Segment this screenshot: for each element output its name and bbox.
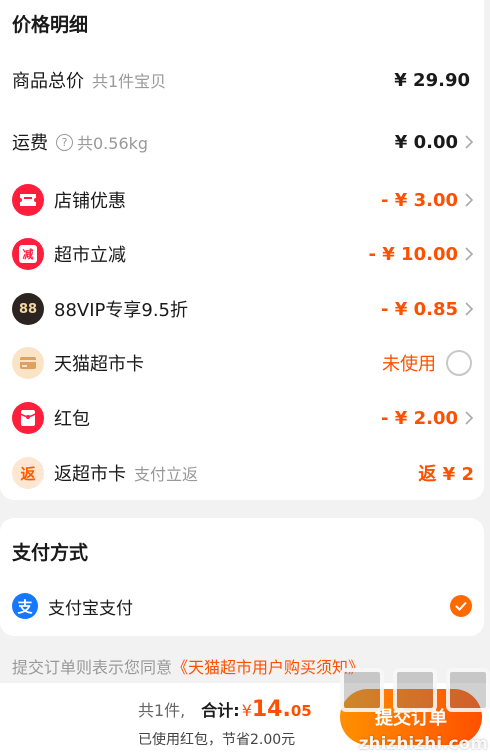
bottom-bar: 共1件, 合计: ¥ 14. 05 已使用红包，节省2.00元 提交订单 — [0, 683, 490, 754]
payment-title: 支付方式 — [12, 542, 89, 564]
return-card-row: 返 返超市卡 支付立返 返 ¥ 2 — [0, 451, 484, 495]
total-dec: 05 — [290, 702, 312, 720]
total-label: 合计: — [201, 701, 240, 720]
agreement-link[interactable]: 《天猫超市用户购买须知》 — [172, 658, 364, 677]
vip88-icon: 88 — [12, 293, 44, 325]
return-card-value: 返 ¥ 2 — [418, 464, 474, 485]
total-currency: ¥ — [241, 701, 252, 720]
chevron-right-icon — [465, 411, 474, 425]
shipping-row[interactable]: 运费 ? 共0.56kg ¥ 0.00 — [0, 120, 484, 164]
goods-total-label: 商品总价 — [12, 71, 84, 92]
tmall-card-label: 天猫超市卡 — [54, 354, 144, 375]
goods-total-value: ¥ 29.90 — [394, 69, 470, 91]
chevron-right-icon — [465, 247, 474, 261]
return-card-sub: 支付立返 — [134, 465, 199, 484]
shipping-value: ¥ 0.00 — [394, 131, 458, 153]
vip88-value: - ¥ 0.85 — [381, 298, 458, 320]
item-count: 共1件, — [138, 701, 186, 720]
check-icon[interactable] — [450, 595, 472, 617]
reduce-icon: 减 — [12, 238, 44, 270]
agreement-prefix: 提交订单则表示您同意 — [12, 658, 173, 677]
agreement-text: 提交订单则表示您同意《天猫超市用户购买须知》 — [12, 654, 364, 678]
shop-discount-value: - ¥ 3.00 — [381, 189, 458, 211]
price-detail-title: 价格明细 — [12, 14, 89, 36]
red-packet-label: 红包 — [54, 409, 90, 430]
alipay-row[interactable]: 支 支付宝支付 — [0, 584, 484, 628]
return-icon: 返 — [12, 457, 44, 489]
vip88-row[interactable]: 88 88VIP专享9.5折 - ¥ 0.85 — [0, 287, 484, 331]
savings-text: 已使用红包，节省2.00元 — [138, 732, 296, 748]
tmall-card-status: 未使用 — [382, 354, 436, 375]
reduce-icon-text: 减 — [19, 245, 37, 263]
shipping-weight: 共0.56kg — [77, 134, 149, 153]
payment-card: 支付方式 支 支付宝支付 — [0, 518, 484, 636]
shop-discount-label: 店铺优惠 — [54, 191, 126, 212]
supermarket-reduce-value: - ¥ 10.00 — [368, 243, 458, 265]
supermarket-reduce-label: 超市立减 — [54, 245, 126, 266]
shop-discount-row[interactable]: 店铺优惠 - ¥ 3.00 — [0, 178, 484, 222]
red-packet-row[interactable]: 红包 - ¥ 2.00 — [0, 396, 484, 440]
total-int: 14. — [251, 697, 291, 722]
alipay-icon: 支 — [12, 593, 38, 619]
return-card-label: 返超市卡 — [54, 464, 126, 485]
shipping-weight-group: ? 共0.56kg — [56, 130, 148, 154]
order-summary: 共1件, 合计: ¥ 14. 05 — [138, 697, 312, 722]
goods-count: 共1件宝贝 — [92, 72, 167, 91]
tmall-card-radio[interactable] — [446, 350, 472, 376]
chevron-right-icon — [465, 135, 474, 149]
tmall-card-row[interactable]: 天猫超市卡 未使用 — [0, 341, 484, 385]
red-packet-value: - ¥ 2.00 — [381, 407, 458, 429]
shipping-label: 运费 — [12, 133, 48, 154]
supermarket-reduce-row[interactable]: 减 超市立减 - ¥ 10.00 — [0, 232, 484, 276]
goods-total-row: 商品总价 共1件宝贝 ¥ 29.90 — [0, 58, 484, 102]
alipay-label: 支付宝支付 — [48, 598, 133, 619]
card-icon — [12, 347, 44, 379]
question-icon[interactable]: ? — [56, 133, 73, 151]
ticket-icon — [12, 184, 44, 216]
submit-order-button[interactable]: 提交订单 — [340, 689, 482, 745]
price-detail-card: 价格明细 商品总价 共1件宝贝 ¥ 29.90 运费 ? 共0.56kg ¥ 0… — [0, 0, 484, 500]
chevron-right-icon — [465, 193, 474, 207]
redpacket-icon — [12, 402, 44, 434]
chevron-right-icon — [465, 302, 474, 316]
vip88-label: 88VIP专享9.5折 — [54, 300, 189, 321]
